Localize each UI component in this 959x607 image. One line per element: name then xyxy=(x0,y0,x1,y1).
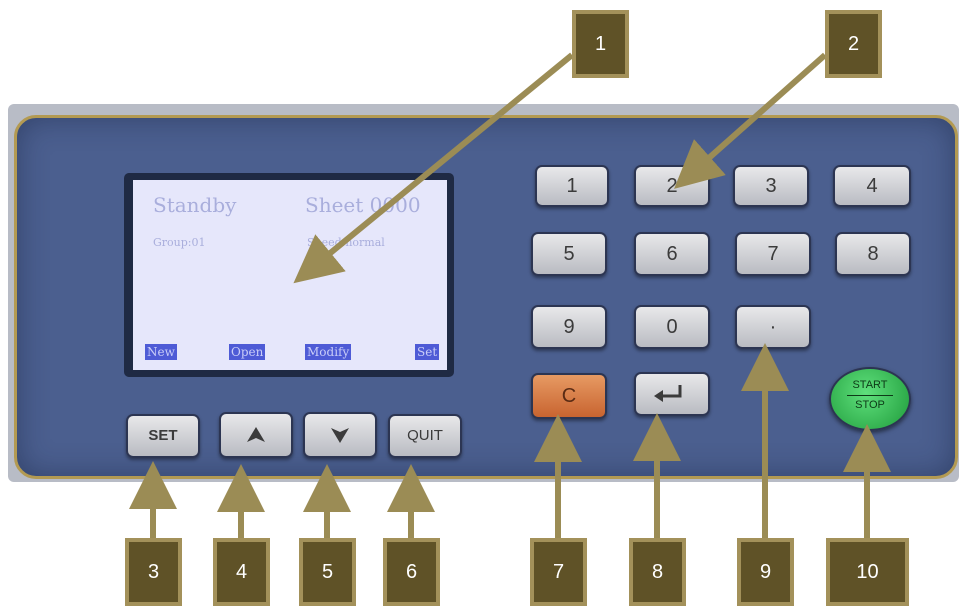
arrow-2 xyxy=(674,52,827,189)
callout-8: 8 xyxy=(629,538,686,606)
callout-1: 1 xyxy=(572,10,629,78)
arrow-1 xyxy=(293,52,574,284)
callout-6: 6 xyxy=(383,538,440,606)
callout-7: 7 xyxy=(530,538,587,606)
callout-arrows xyxy=(129,52,891,540)
callout-3: 3 xyxy=(125,538,182,606)
callout-4: 4 xyxy=(213,538,270,606)
callout-2: 2 xyxy=(825,10,882,78)
callout-10: 10 xyxy=(826,538,909,606)
callout-5: 5 xyxy=(299,538,356,606)
callout-9: 9 xyxy=(737,538,794,606)
control-panel-diagram: Standby Sheet 0000 Group:01 Speed:normal… xyxy=(0,0,959,607)
